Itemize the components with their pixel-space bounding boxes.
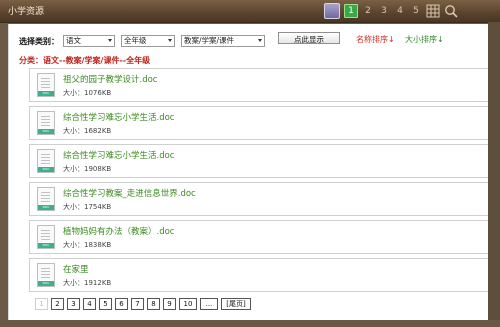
type-select[interactable]: 教案/学案/课件: [181, 35, 265, 47]
grade-select[interactable]: 全年级: [121, 35, 175, 47]
file-size: 大小：1682KB: [63, 127, 112, 135]
file-name-link[interactable]: 综合性学习难忘小学生活.doc: [63, 111, 174, 123]
show-button[interactable]: 点此显示: [278, 32, 340, 44]
category-breadcrumb: 分类：语文--教案/学案/课件--全年级: [19, 56, 151, 65]
doc-file-icon: DOC: [37, 263, 55, 287]
toolbar-page-4[interactable]: 4: [394, 4, 406, 18]
doc-file-icon: DOC: [37, 73, 55, 97]
toolbar-page-2[interactable]: 2: [362, 4, 374, 18]
list-item[interactable]: DOC 综合性学习难忘小学生活.doc 大小：1682KB: [29, 106, 495, 140]
file-type-tag: DOC: [38, 205, 54, 210]
file-name-link[interactable]: 综合性学习难忘小学生活.doc: [63, 149, 174, 161]
list-item[interactable]: DOC 祖父的园子教学设计.doc 大小：1076KB: [29, 68, 495, 102]
page-link-8[interactable]: 8: [147, 298, 160, 310]
list-item[interactable]: DOC 综合性学习教案_走进信息世界.doc 大小：1754KB: [29, 182, 495, 216]
page-link-3[interactable]: 3: [67, 298, 80, 310]
file-type-tag: DOC: [38, 243, 54, 248]
page-link-10[interactable]: 10: [179, 298, 197, 310]
file-name-link[interactable]: 植物妈妈有办法（教案）.doc: [63, 225, 174, 237]
app-icon[interactable]: [324, 3, 340, 19]
toolbar-page-3[interactable]: 3: [378, 4, 390, 18]
search-icon[interactable]: [444, 4, 458, 18]
page-link-5[interactable]: 5: [99, 298, 112, 310]
filter-label: 选择类别：: [19, 36, 59, 46]
file-name-link[interactable]: 在家里: [63, 263, 89, 275]
grade-select-value: 全年级: [124, 36, 147, 45]
page-link-9[interactable]: 9: [163, 298, 176, 310]
window-frame-bottom: [0, 320, 500, 327]
doc-file-icon: DOC: [37, 111, 55, 135]
page-link-1: 1: [35, 298, 48, 310]
file-type-tag: DOC: [38, 91, 54, 96]
file-name-link[interactable]: 综合性学习教案_走进信息世界.doc: [63, 187, 196, 199]
resource-panel: 选择类别： 语文 全年级 教案/学案/课件 点此显示 名称排序↓ 大小排序↓ 分…: [8, 24, 499, 320]
file-list: DOC 祖父的园子教学设计.doc 大小：1076KB DOC 综合性学习难忘小…: [29, 68, 495, 296]
doc-file-icon: DOC: [37, 187, 55, 211]
file-type-tag: DOC: [38, 129, 54, 134]
subject-select[interactable]: 语文: [63, 35, 115, 47]
page-ellipsis[interactable]: ...: [200, 298, 218, 310]
file-size: 大小：1838KB: [63, 241, 112, 249]
list-item[interactable]: DOC 综合性学习难忘小学生活.doc 大小：1908KB: [29, 144, 495, 178]
subject-select-value: 语文: [66, 36, 81, 45]
file-type-tag: DOC: [38, 167, 54, 172]
toolbar: 1 2 3 4 5: [324, 3, 458, 19]
file-size: 大小：1912KB: [63, 279, 112, 287]
file-size: 大小：1076KB: [63, 89, 112, 97]
filter-bar: 选择类别： 语文 全年级 教案/学案/课件: [19, 34, 271, 48]
doc-file-icon: DOC: [37, 149, 55, 173]
list-item[interactable]: DOC 植物妈妈有办法（教案）.doc 大小：1838KB: [29, 220, 495, 254]
chevron-down-icon: [168, 39, 172, 42]
last-page-link[interactable]: [尾页]: [221, 298, 251, 310]
file-type-tag: DOC: [38, 281, 54, 286]
title-bar: 小学资源 1 2 3 4 5: [0, 0, 500, 23]
toolbar-page-1[interactable]: 1: [344, 4, 358, 18]
page-link-2[interactable]: 2: [51, 298, 64, 310]
doc-file-icon: DOC: [37, 225, 55, 249]
chevron-down-icon: [258, 39, 262, 42]
file-size: 大小：1754KB: [63, 203, 112, 211]
chevron-down-icon: [108, 39, 112, 42]
toolbar-page-5[interactable]: 5: [410, 4, 422, 18]
page-link-4[interactable]: 4: [83, 298, 96, 310]
window-title: 小学资源: [8, 7, 45, 17]
page-link-7[interactable]: 7: [131, 298, 144, 310]
file-name-link[interactable]: 祖父的园子教学设计.doc: [63, 73, 157, 85]
sort-by-name-link[interactable]: 名称排序↓: [356, 34, 395, 45]
list-item[interactable]: DOC 在家里 大小：1912KB: [29, 258, 495, 292]
pagination: 1 2 3 4 5 6 7 8 9 10 ... [尾页]: [35, 298, 251, 310]
type-select-value: 教案/学案/课件: [184, 36, 235, 45]
page-link-6[interactable]: 6: [115, 298, 128, 310]
sort-by-size-link[interactable]: 大小排序↓: [405, 34, 444, 45]
file-size: 大小：1908KB: [63, 165, 112, 173]
window-frame-right: [488, 22, 500, 327]
grid-view-icon[interactable]: [426, 4, 440, 18]
